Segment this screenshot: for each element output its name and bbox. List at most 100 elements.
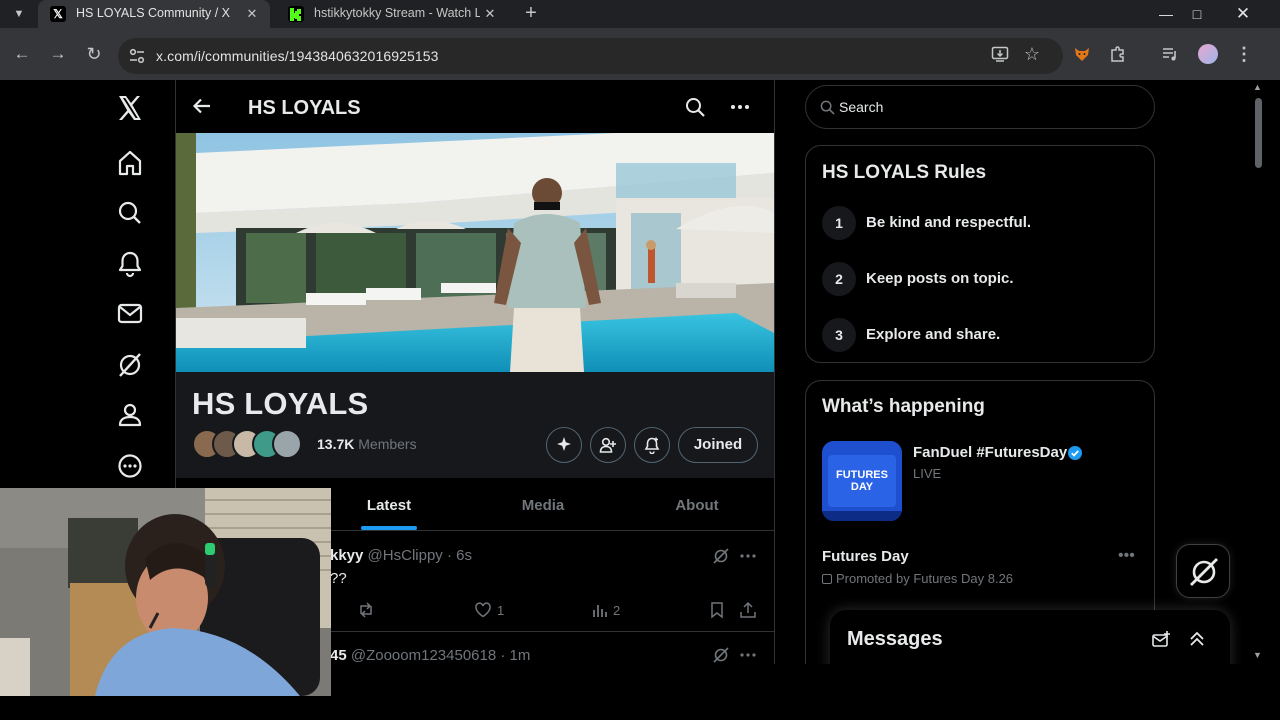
browser-tab-x-community[interactable]: 𝕏 HS LOYALS Community / X ✕ [38,0,270,28]
scroll-up-icon[interactable]: ▲ [1253,82,1262,92]
profile-avatar-icon[interactable] [1196,42,1220,66]
grok-icon[interactable] [115,350,145,380]
site-info-icon[interactable] [128,47,146,65]
community-info: HS LOYALS 13.7K Members Joined [176,372,774,478]
post-more-icon[interactable] [739,646,757,664]
member-count[interactable]: 13.7K Members [317,436,417,452]
browser-toolbar: ← → ↻ x.com/i/communities/19438406320169… [0,28,1280,80]
address-bar[interactable]: x.com/i/communities/1943840632016925153 [118,38,1063,74]
media-control-icon[interactable] [1158,42,1182,66]
search-input[interactable]: Search [805,85,1155,129]
install-app-icon[interactable] [988,42,1012,66]
extensions-icon[interactable] [1106,42,1130,66]
verified-badge-icon [1068,446,1082,460]
post-author-name[interactable]: kkyy [330,547,363,564]
kick-favicon-icon [288,6,304,22]
forward-icon[interactable]: → [46,42,70,66]
bookmark-star-icon[interactable]: ☆ [1020,42,1044,66]
grok-post-icon[interactable] [712,646,730,664]
scrollbar-thumb[interactable] [1255,98,1262,168]
tab-media[interactable]: Media [474,478,612,531]
views-icon[interactable] [591,601,609,619]
back-arrow-icon[interactable] [192,96,212,116]
sparkle-icon [557,437,571,451]
trend-thumbnail-text: FUTURES DAY [836,469,888,493]
notifications-button[interactable] [634,427,670,463]
share-icon[interactable] [739,601,757,619]
more-icon[interactable] [115,451,145,481]
whats-happening-title: What’s happening [822,396,985,417]
post-time[interactable]: · 1m [500,647,530,664]
x-logo-icon[interactable] [115,93,145,123]
promoted-trend-title[interactable]: Futures Day [822,548,909,565]
search-icon[interactable] [684,96,706,118]
promoted-by-label: Promoted by Futures Day 8.26 [836,571,1014,586]
messages-icon[interactable] [115,299,145,329]
maximize-icon[interactable]: □ [1174,0,1220,28]
new-message-icon[interactable] [1151,630,1171,650]
scroll-down-icon[interactable]: ▼ [1253,650,1262,660]
expand-messages-icon[interactable] [1187,629,1207,649]
add-user-icon [599,437,616,453]
close-window-icon[interactable]: ✕ [1220,0,1266,28]
rules-title: HS LOYALS Rules [822,162,987,183]
repost-icon[interactable] [357,601,375,619]
post-author-handle[interactable]: @HsClippy [368,547,443,564]
post-header: 45 @Zoooom123450618 · 1m [330,647,530,664]
view-count: 2 [613,603,621,618]
active-tab-indicator [361,526,417,530]
url-text: x.com/i/communities/1943840632016925153 [156,48,439,64]
member-avatars[interactable] [192,429,304,461]
promoted-icon [822,574,832,584]
post-more-icon[interactable] [739,547,757,565]
avatar [272,429,302,459]
member-count-value: 13.7K [317,436,355,452]
joined-button[interactable]: Joined [678,427,758,463]
more-options-icon[interactable] [729,96,751,118]
rule-item[interactable]: Be kind and respectful. [866,206,1031,240]
ai-summary-button[interactable] [546,427,582,463]
rule-item[interactable]: Keep posts on topic. [866,262,1014,296]
search-icon [820,100,835,115]
search-placeholder: Search [839,99,884,115]
messages-title: Messages [847,628,943,650]
bookmark-icon[interactable] [708,601,726,619]
community-name: HS LOYALS [192,386,369,421]
browser-menu-icon[interactable]: ⋮ [1232,42,1256,66]
grok-floating-button[interactable] [1176,544,1230,598]
trend-more-icon[interactable]: ••• [1118,547,1135,565]
new-tab-button[interactable]: + [519,2,543,26]
back-icon[interactable]: ← [10,42,34,66]
post-author-handle[interactable]: @Zoooom123450618 [351,647,496,664]
member-count-label: Members [358,436,417,452]
post-header: kkyy @HsClippy · 6s [330,547,472,564]
fox-extension-icon[interactable] [1070,42,1094,66]
trend-title[interactable]: FanDuel #FuturesDay [913,444,1067,461]
reload-icon[interactable]: ↻ [82,42,106,66]
tab-about[interactable]: About [612,478,782,531]
column-divider-right [774,80,775,720]
browser-tab-kick-stream[interactable]: hstikkytokky Stream - Watch Li ✕ [276,0,508,28]
close-tab-icon[interactable]: ✕ [480,4,500,24]
page-scrollbar[interactable]: ▲ ▼ [1251,80,1265,664]
tab-search-button[interactable]: ▼ [8,3,30,25]
tab-title: HS LOYALS Community / X [76,6,230,20]
profile-icon[interactable] [115,400,145,430]
notifications-icon[interactable] [115,249,145,279]
explore-icon[interactable] [115,198,145,228]
like-icon[interactable] [474,601,492,619]
invite-button[interactable] [590,427,626,463]
tab-title: hstikkytokky Stream - Watch Li [314,6,485,20]
home-icon[interactable] [115,148,145,178]
post-author-name[interactable]: 45 [330,647,347,664]
grok-post-icon[interactable] [712,547,730,565]
community-header: HS LOYALS [176,80,774,133]
rule-number: 1 [822,206,856,240]
grok-icon [1190,558,1218,586]
trend-thumbnail[interactable]: FUTURES DAY [822,441,902,521]
like-count: 1 [497,603,505,618]
close-tab-icon[interactable]: ✕ [242,4,262,24]
rule-item[interactable]: Explore and share. [866,318,1000,352]
rule-number: 2 [822,262,856,296]
post-time[interactable]: · 6s [447,547,472,564]
